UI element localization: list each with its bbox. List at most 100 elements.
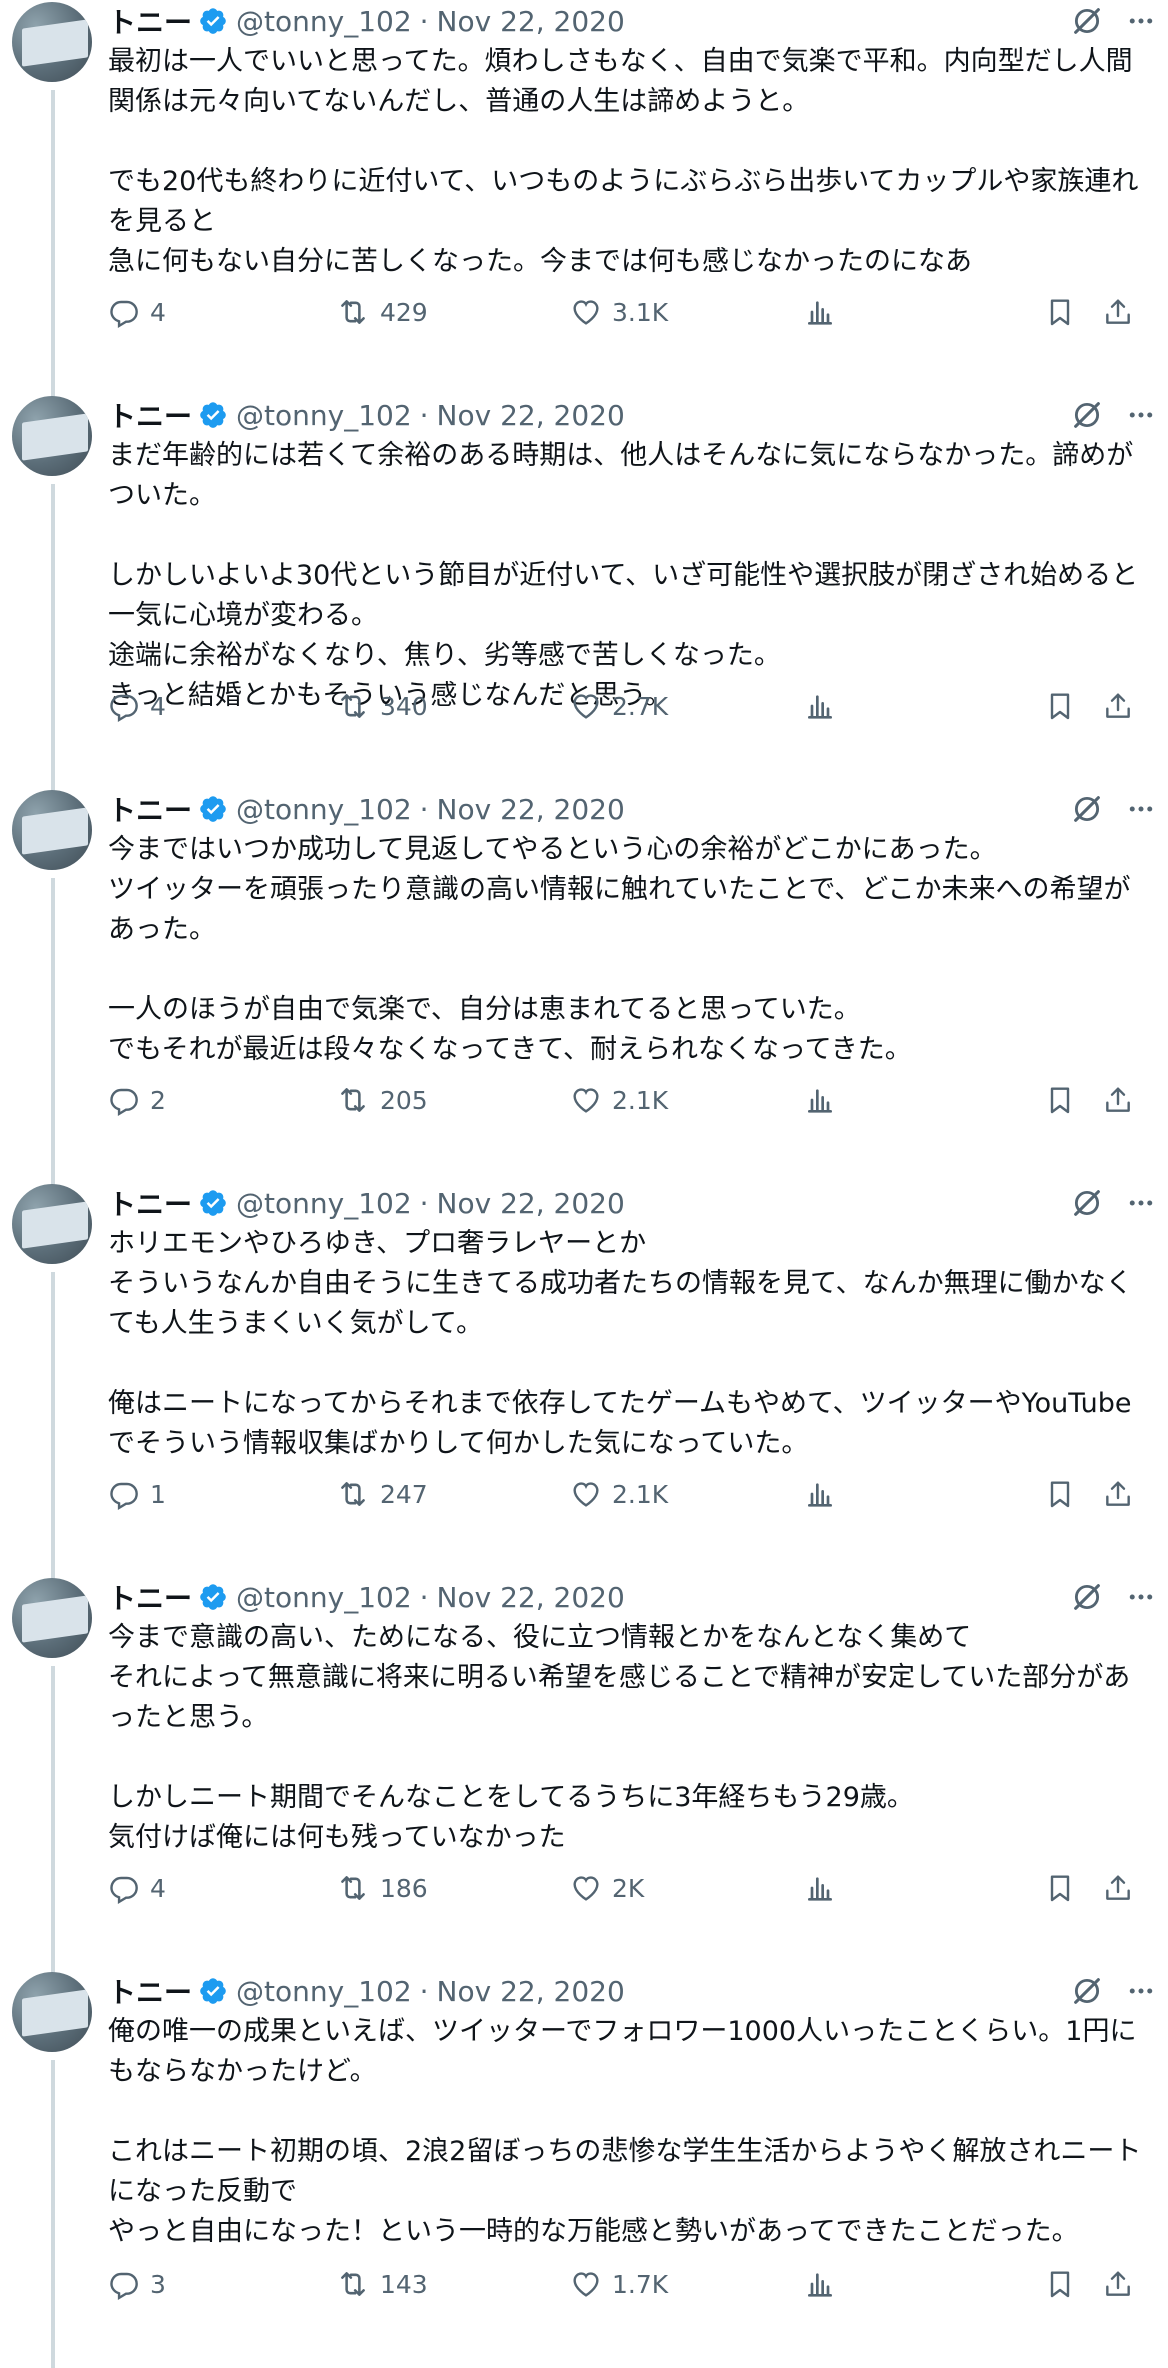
grok-icon[interactable]	[1070, 1974, 1104, 2015]
views-button[interactable]	[804, 1872, 836, 1904]
share-button[interactable]	[1102, 296, 1134, 328]
user-handle[interactable]: @tonny_102	[236, 1187, 412, 1220]
more-icon[interactable]	[1126, 1188, 1156, 1225]
retweet-icon	[336, 1477, 370, 1511]
views-button[interactable]	[804, 2268, 836, 2300]
tweet-text: まだ年齢的には若くて余裕のある時期は、他人はそんなに気にならなかった。諦めがつい…	[108, 440, 1139, 711]
more-icon[interactable]	[1126, 1976, 1156, 2013]
like-count: 2.1K	[612, 1479, 669, 1509]
views-button[interactable]	[804, 296, 836, 328]
like-button[interactable]: 2.7K	[570, 690, 668, 722]
more-icon[interactable]	[1126, 794, 1156, 831]
share-button[interactable]	[1102, 690, 1134, 722]
avatar-sign-image	[22, 807, 88, 855]
user-handle[interactable]: @tonny_102	[236, 1975, 412, 2008]
tweet-date[interactable]: Nov 22, 2020	[437, 5, 625, 38]
share-icon	[1102, 2268, 1134, 2300]
avatar[interactable]	[12, 790, 92, 870]
like-button[interactable]: 1.7K	[570, 2268, 668, 2300]
tweet-date[interactable]: Nov 22, 2020	[437, 793, 625, 826]
like-button[interactable]: 2K	[570, 1872, 644, 1904]
share-button[interactable]	[1102, 1478, 1134, 1510]
views-button[interactable]	[804, 1084, 836, 1116]
tweet-date[interactable]: Nov 22, 2020	[437, 1975, 625, 2008]
reply-icon	[108, 690, 140, 722]
retweet-button[interactable]: 340	[336, 689, 428, 723]
reply-button[interactable]: 3	[108, 2268, 166, 2300]
thread-line	[51, 1666, 55, 1978]
header-icons	[1070, 4, 1156, 45]
tweet[interactable]: トニー @tonny_102 · Nov 22, 2020 今まで意識の高い、た…	[0, 1576, 1168, 1978]
bookmark-button[interactable]	[1044, 1872, 1076, 1904]
share-icon	[1102, 1084, 1134, 1116]
share-button[interactable]	[1102, 1872, 1134, 1904]
bookmark-button[interactable]	[1044, 1478, 1076, 1510]
share-button[interactable]	[1102, 2268, 1134, 2300]
like-button[interactable]: 2.1K	[570, 1478, 668, 1510]
grok-icon[interactable]	[1070, 398, 1104, 439]
retweet-button[interactable]: 186	[336, 1871, 428, 1905]
bookmark-button[interactable]	[1044, 296, 1076, 328]
avatar[interactable]	[12, 1184, 92, 1264]
avatar[interactable]	[12, 1578, 92, 1658]
tweet[interactable]: トニー @tonny_102 · Nov 22, 2020 ホリエモンやひろゆき…	[0, 1182, 1168, 1584]
display-name[interactable]: トニー	[108, 1577, 192, 1617]
retweet-button[interactable]: 429	[336, 295, 428, 329]
bookmark-icon	[1044, 1478, 1076, 1510]
display-name[interactable]: トニー	[108, 1971, 192, 2011]
tweet[interactable]: トニー @tonny_102 · Nov 22, 2020 今まではいつか成功し…	[0, 788, 1168, 1190]
tweet-date[interactable]: Nov 22, 2020	[437, 1581, 625, 1614]
tweet-header: トニー @tonny_102 · Nov 22, 2020	[108, 394, 1156, 436]
tweet[interactable]: トニー @tonny_102 · Nov 22, 2020 俺の唯一の成果といえ…	[0, 1970, 1168, 2368]
like-button[interactable]: 2.1K	[570, 1084, 668, 1116]
reply-button[interactable]: 1	[108, 1478, 166, 1510]
bookmark-button[interactable]	[1044, 690, 1076, 722]
like-button[interactable]: 3.1K	[570, 296, 668, 328]
avatar[interactable]	[12, 1972, 92, 2052]
tweet[interactable]: トニー @tonny_102 · Nov 22, 2020 まだ年齢的には若くて…	[0, 394, 1168, 796]
reply-count: 1	[150, 1479, 166, 1509]
more-icon[interactable]	[1126, 6, 1156, 43]
display-name[interactable]: トニー	[108, 395, 192, 435]
bookmark-button[interactable]	[1044, 2268, 1076, 2300]
verified-badge-icon	[198, 1188, 228, 1218]
share-button[interactable]	[1102, 1084, 1134, 1116]
thread-line	[51, 484, 55, 796]
bookmark-button[interactable]	[1044, 1084, 1076, 1116]
user-handle[interactable]: @tonny_102	[236, 793, 412, 826]
reply-count: 3	[150, 2269, 166, 2299]
views-button[interactable]	[804, 1478, 836, 1510]
grok-icon[interactable]	[1070, 792, 1104, 833]
share-icon	[1102, 296, 1134, 328]
avatar[interactable]	[12, 396, 92, 476]
tweet-date[interactable]: Nov 22, 2020	[437, 399, 625, 432]
more-icon[interactable]	[1126, 1582, 1156, 1619]
more-icon[interactable]	[1126, 400, 1156, 437]
retweet-button[interactable]: 205	[336, 1083, 428, 1117]
retweet-button[interactable]: 247	[336, 1477, 428, 1511]
grok-icon[interactable]	[1070, 1186, 1104, 1227]
thread-line	[51, 1272, 55, 1584]
grok-icon[interactable]	[1070, 1580, 1104, 1621]
views-icon	[804, 1478, 836, 1510]
user-handle[interactable]: @tonny_102	[236, 1581, 412, 1614]
user-handle[interactable]: @tonny_102	[236, 5, 412, 38]
user-handle[interactable]: @tonny_102	[236, 399, 412, 432]
like-count: 3.1K	[612, 297, 669, 327]
reply-button[interactable]: 4	[108, 1872, 166, 1904]
separator-dot: ·	[419, 4, 429, 38]
retweet-button[interactable]: 143	[336, 2267, 428, 2301]
reply-button[interactable]: 4	[108, 690, 166, 722]
display-name[interactable]: トニー	[108, 789, 192, 829]
grok-icon[interactable]	[1070, 4, 1104, 45]
reply-button[interactable]: 4	[108, 296, 166, 328]
tweet[interactable]: トニー @tonny_102 · Nov 22, 2020 最初は一人でいいと思…	[0, 0, 1168, 402]
display-name[interactable]: トニー	[108, 1183, 192, 1223]
tweet-date[interactable]: Nov 22, 2020	[437, 1187, 625, 1220]
reply-button[interactable]: 2	[108, 1084, 166, 1116]
avatar[interactable]	[12, 2, 92, 82]
views-button[interactable]	[804, 690, 836, 722]
reply-count: 4	[150, 297, 166, 327]
display-name[interactable]: トニー	[108, 1, 192, 41]
share-icon	[1102, 690, 1134, 722]
